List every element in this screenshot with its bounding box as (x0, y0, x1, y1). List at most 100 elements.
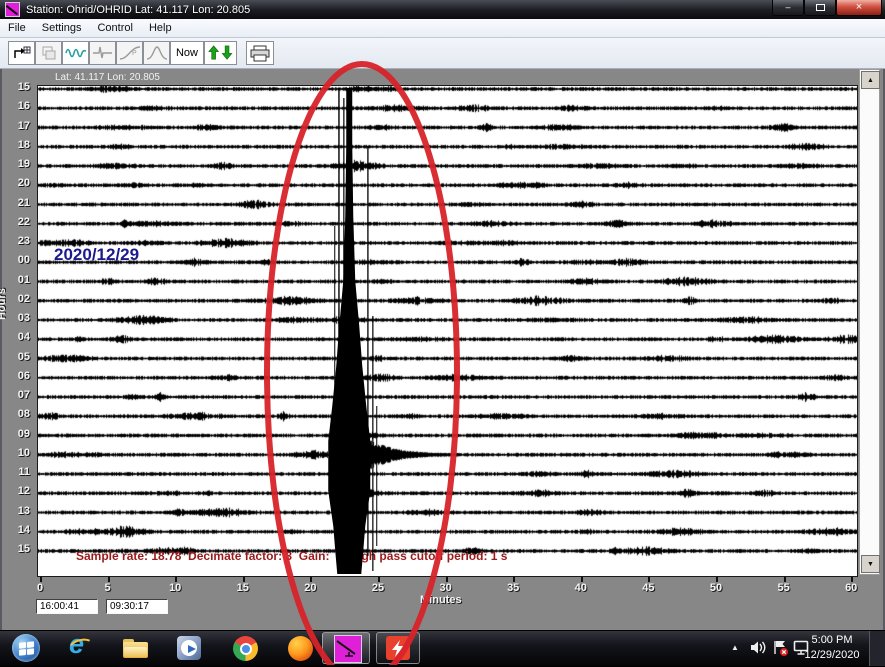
hour-label: 00 (0, 254, 33, 266)
hour-label: 13 (0, 505, 33, 517)
title-bar: Station: Ohrid/OHRID Lat: 41.117 Lon: 20… (0, 0, 885, 19)
minute-tick-label: 50 (701, 582, 731, 594)
minute-tick-label: 10 (160, 582, 190, 594)
scroll-updown-button[interactable] (204, 41, 237, 65)
hour-label: 12 (0, 485, 33, 497)
hour-label: 06 (0, 370, 33, 382)
maximize-button[interactable] (804, 0, 836, 16)
status-line: Sample rate: 18.78 Decimate factor: 3 Ga… (76, 549, 507, 563)
response-curve-icon: P (119, 45, 141, 61)
menu-control[interactable]: Control (97, 22, 132, 34)
hour-label: 17 (0, 120, 33, 132)
vertical-scrollbar[interactable]: ▲ ▼ (859, 69, 880, 575)
hour-label: 22 (0, 216, 33, 228)
file-explorer-button[interactable] (122, 635, 149, 662)
menu-bar: File Settings Control Help (0, 19, 885, 38)
hour-label: 04 (0, 331, 33, 343)
menu-help[interactable]: Help (149, 22, 172, 34)
minute-tick-label: 5 (93, 582, 123, 594)
hour-label: 05 (0, 351, 33, 363)
hour-label: 20 (0, 177, 33, 189)
hour-label: 09 (0, 428, 33, 440)
firefox-button[interactable] (287, 635, 314, 662)
chrome-button[interactable] (232, 635, 259, 662)
action-center-flag-icon[interactable] (772, 640, 789, 661)
minute-tick-label: 15 (228, 582, 258, 594)
minute-tick-label: 40 (566, 582, 596, 594)
minutes-axis-label: Minutes (420, 594, 462, 606)
scroll-down-arrow[interactable]: ▼ (861, 555, 880, 573)
hour-label: 01 (0, 274, 33, 286)
plot-header: Lat: 41.117 Lon: 20.805 (55, 72, 160, 83)
minute-tick-label: 0 (25, 582, 55, 594)
clock-time: 5:00 PM (800, 633, 864, 648)
helicorder-panel: Lat: 41.117 Lon: 20.805 15 16 17 18 19 20 21 22… (0, 68, 885, 630)
hour-label: 19 (0, 158, 33, 170)
screenshot-app-button[interactable] (376, 632, 420, 664)
minute-tick-label: 30 (431, 582, 461, 594)
hour-label: 08 (0, 408, 33, 420)
seismograph-app-icon (334, 635, 362, 663)
svg-text:P: P (132, 50, 137, 57)
hour-label: 10 (0, 447, 33, 459)
hour-label: 15 (0, 81, 33, 93)
volume-icon[interactable] (750, 640, 768, 660)
start-time-box[interactable]: 16:00:41 (36, 599, 98, 614)
hour-label: 07 (0, 389, 33, 401)
hour-label: 18 (0, 139, 33, 151)
printer-icon (249, 45, 271, 62)
menu-file[interactable]: File (8, 22, 26, 34)
minute-tick-label: 55 (769, 582, 799, 594)
elapsed-time-box[interactable]: 09:30:17 (106, 599, 168, 614)
clock-date: 12/29/2020 (800, 648, 864, 663)
up-down-arrows-icon (208, 44, 234, 62)
minimize-button[interactable]: – (772, 0, 804, 16)
hour-label: 21 (0, 197, 33, 209)
bell-curve-button[interactable] (143, 41, 170, 65)
seismogram-canvas[interactable] (37, 85, 858, 577)
chrome-icon (233, 636, 258, 661)
open-button[interactable] (8, 41, 35, 65)
toolbar: P Now (0, 38, 885, 69)
screenshot-app-icon (386, 636, 410, 660)
start-button[interactable] (12, 634, 40, 662)
waveform-button[interactable] (62, 41, 89, 65)
filter-button[interactable] (89, 41, 116, 65)
minute-tick-label: 35 (498, 582, 528, 594)
date-annotation: 2020/12/29 (54, 245, 139, 265)
app-icon (5, 2, 20, 17)
minute-tick-label: 20 (295, 582, 325, 594)
waveform-icon (65, 45, 87, 61)
hour-label: 16 (0, 100, 33, 112)
windows-logo-icon (19, 641, 34, 656)
hour-label: 23 (0, 235, 33, 247)
scroll-up-arrow[interactable]: ▲ (861, 71, 880, 89)
hour-label: 11 (0, 466, 33, 478)
media-player-button[interactable] (176, 635, 203, 662)
hour-label: 14 (0, 524, 33, 536)
hour-label: 15 (0, 543, 33, 555)
tray-clock[interactable]: 5:00 PM 12/29/2020 (800, 633, 864, 663)
print-button[interactable] (246, 41, 274, 65)
media-player-icon (177, 636, 201, 660)
now-button[interactable]: Now (170, 41, 204, 65)
close-button[interactable]: × (836, 0, 882, 16)
save-button[interactable] (35, 41, 62, 65)
minute-tick-label: 45 (633, 582, 663, 594)
hours-axis-label: Hours (0, 288, 8, 320)
minute-tick-label: 25 (363, 582, 393, 594)
minute-tick-label: 60 (836, 582, 866, 594)
response-curve-button[interactable]: P (116, 41, 143, 65)
bell-curve-icon (146, 45, 168, 61)
firefox-icon (288, 636, 313, 661)
window-title: Station: Ohrid/OHRID Lat: 41.117 Lon: 20… (26, 4, 250, 16)
tray-expand-icon[interactable]: ▲ (731, 643, 739, 652)
taskbar: e ▲ 5:00 PM 12/29/2020 (0, 630, 885, 666)
filter-icon (92, 45, 114, 61)
save-icon (39, 45, 59, 61)
seismograph-app-button[interactable] (322, 632, 370, 664)
show-desktop-button[interactable] (869, 631, 885, 666)
menu-settings[interactable]: Settings (42, 22, 82, 34)
internet-explorer-button[interactable]: e (68, 635, 95, 662)
open-icon (12, 45, 32, 61)
